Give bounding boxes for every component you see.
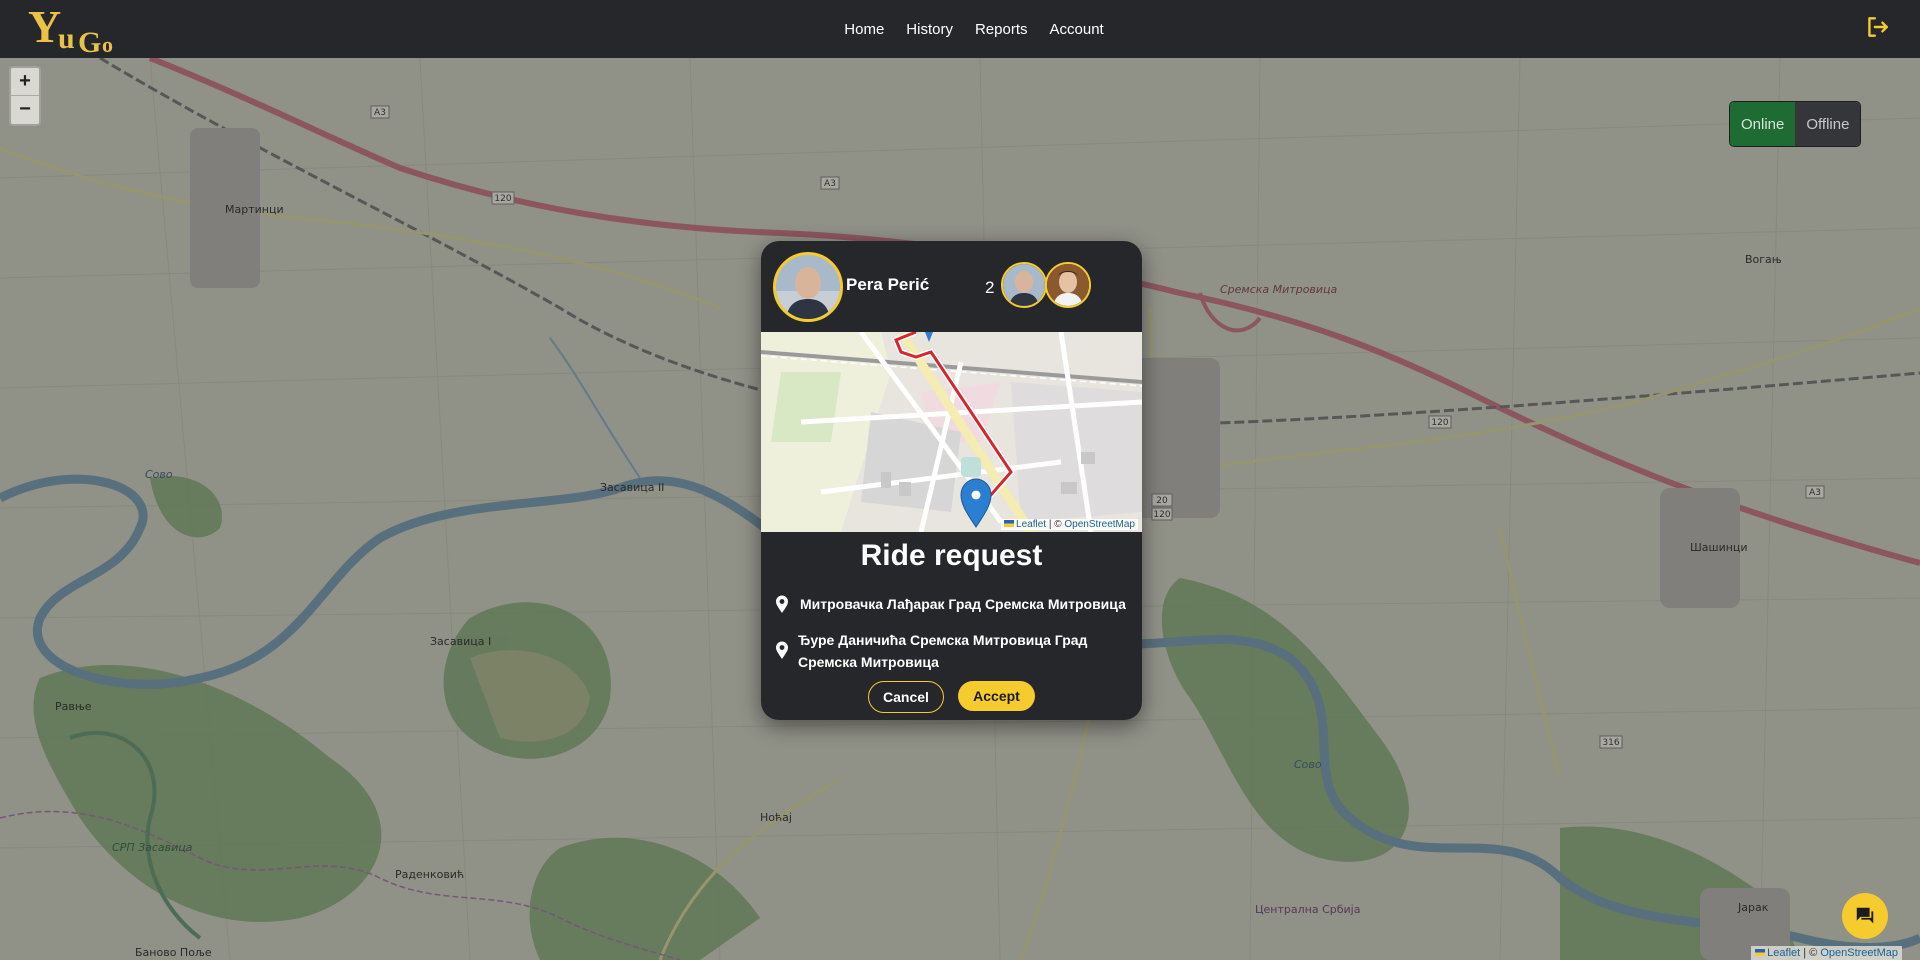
chat-button[interactable] <box>1842 893 1888 939</box>
offline-button[interactable]: Offline <box>1795 102 1861 146</box>
pickup-address: Митровачка Лађарак Град Сремска Митровиц… <box>800 596 1126 612</box>
attribution-separator: | © <box>1800 947 1821 959</box>
map-attribution: Leaflet | © OpenStreetMap <box>1751 946 1902 960</box>
osm-link[interactable]: OpenStreetMap <box>1820 947 1898 959</box>
osm-link[interactable]: OpenStreetMap <box>1064 519 1135 530</box>
nav-account[interactable]: Account <box>1050 21 1104 38</box>
nav-links: Home History Reports Account <box>0 0 1920 58</box>
map-pin-icon <box>776 595 788 613</box>
online-button[interactable]: Online <box>1730 102 1796 146</box>
destination-location: Ђуре Даничића Сремска Митровица Град Сре… <box>775 629 1130 673</box>
cancel-button[interactable]: Cancel <box>868 681 944 713</box>
nav-reports[interactable]: Reports <box>975 21 1028 38</box>
top-navbar: Y u G o Home History Reports Account <box>0 0 1920 58</box>
leaflet-link[interactable]: Leaflet <box>1767 947 1800 959</box>
nav-home[interactable]: Home <box>844 21 884 38</box>
passenger-count: 2 <box>985 278 995 297</box>
attribution-separator: | © <box>1046 519 1065 530</box>
logout-icon[interactable] <box>1864 14 1890 40</box>
ride-request-title: Ride request <box>860 539 1043 572</box>
map-pin-icon <box>776 641 788 659</box>
passenger-avatar <box>1045 262 1091 308</box>
driver-avatar <box>773 252 843 322</box>
passenger-avatar <box>1001 262 1047 308</box>
zoom-control: + − <box>9 66 41 126</box>
chat-icon <box>1856 907 1874 924</box>
ukraine-flag-icon <box>1755 949 1766 956</box>
route-mini-map[interactable]: Leaflet | © OpenStreetMap <box>761 332 1142 532</box>
route-map-tiles <box>761 332 1142 532</box>
nav-history[interactable]: History <box>906 21 953 38</box>
ride-request-card: Pera Perić 2 Leaflet | © OpenStreetMap R… <box>761 241 1142 720</box>
accept-button[interactable]: Accept <box>958 681 1035 711</box>
mini-map-attribution: Leaflet | © OpenStreetMap <box>1001 519 1138 530</box>
driver-name: Pera Perić <box>846 275 930 294</box>
zoom-out-button[interactable]: − <box>11 96 39 123</box>
leaflet-link[interactable]: Leaflet <box>1016 519 1046 530</box>
pickup-location: Митровачка Лађарак Град Сремска Митровиц… <box>775 593 1130 615</box>
zoom-in-button[interactable]: + <box>11 68 39 96</box>
status-toggle: Online Offline <box>1729 101 1862 147</box>
ukraine-flag-icon <box>1004 520 1015 527</box>
destination-address: Ђуре Даничића Сремска Митровица Град Сре… <box>798 632 1088 670</box>
